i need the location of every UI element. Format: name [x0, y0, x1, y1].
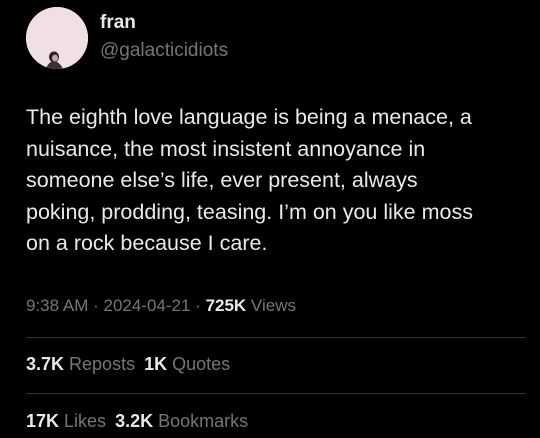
tweet-time[interactable]: 9:38 AM — [26, 296, 88, 315]
stats-row-engagement: 17K Likes 3.2K Bookmarks — [26, 411, 257, 432]
likes-label: Likes — [59, 411, 107, 431]
reposts-label: Reposts — [64, 354, 136, 374]
quotes-stat[interactable]: 1K Quotes — [144, 354, 230, 374]
tweet-text-line: on a rock because I care. — [26, 231, 268, 255]
tweet-text-line: nuisance, the most insistent annoyance i… — [26, 136, 426, 161]
tweet-text-line: someone else’s life, ever present, alway… — [26, 168, 418, 192]
meta-separator: · — [88, 296, 104, 315]
quotes-count: 1K — [144, 354, 168, 374]
likes-count: 17K — [26, 411, 60, 431]
tweet: fran @galacticidiots The eighth love lan… — [0, 0, 540, 438]
views-label: Views — [246, 296, 296, 315]
reposts-count: 3.7K — [26, 354, 65, 374]
divider — [26, 393, 526, 394]
tweet-meta: 9:38 AM · 2024-04-21 · 725K Views — [26, 296, 296, 316]
display-name[interactable]: fran — [100, 12, 136, 34]
user-handle[interactable]: @galacticidiots — [100, 40, 228, 62]
avatar-image — [26, 7, 88, 69]
divider — [26, 337, 526, 338]
tweet-text-line: poking, prodding, teasing. I’m on you li… — [26, 199, 473, 224]
avatar[interactable] — [26, 7, 88, 69]
views-count: 725K — [205, 296, 247, 315]
quotes-label: Quotes — [167, 354, 231, 374]
stats-row-shares: 3.7K Reposts 1K Quotes — [26, 354, 239, 375]
meta-separator: · — [190, 296, 206, 315]
bookmarks-stat[interactable]: 3.2K Bookmarks — [115, 411, 248, 431]
tweet-date[interactable]: 2024-04-21 — [103, 296, 190, 315]
tweet-text: The eighth love language is being a mena… — [26, 102, 526, 260]
tweet-text-line: The eighth love language is being a mena… — [26, 105, 472, 129]
reposts-stat[interactable]: 3.7K Reposts — [26, 354, 135, 374]
likes-stat[interactable]: 17K Likes — [26, 411, 106, 431]
bookmarks-label: Bookmarks — [153, 411, 249, 431]
bookmarks-count: 3.2K — [115, 411, 154, 431]
